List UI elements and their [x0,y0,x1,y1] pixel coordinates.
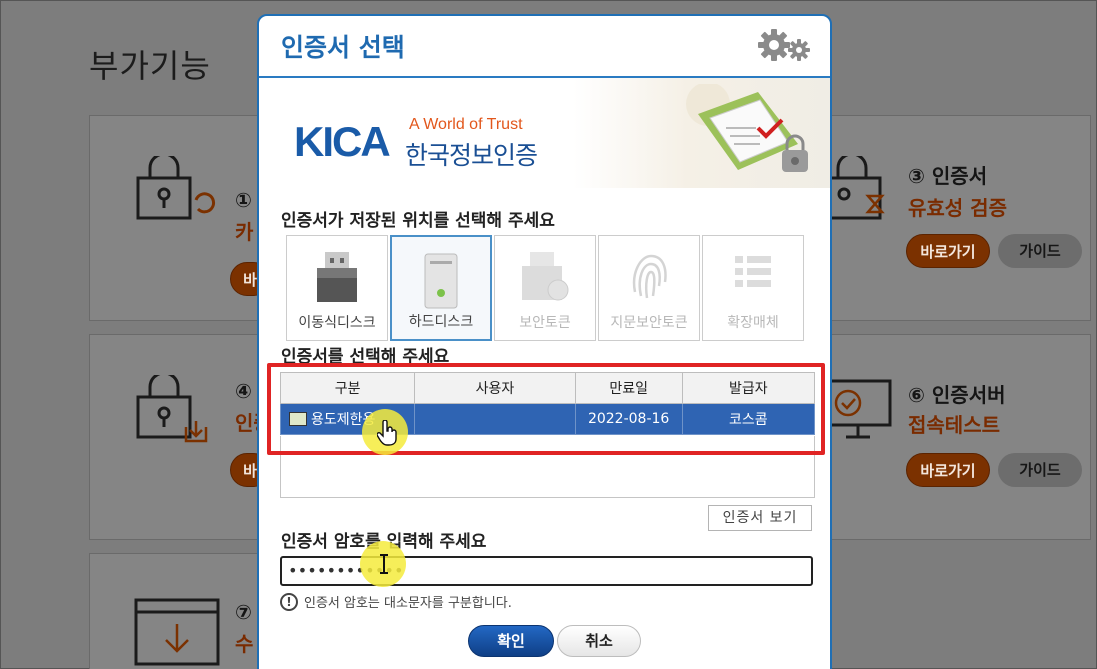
card-number: ③ 인증서 [908,164,988,188]
card-number: ⑥ 인증서버 [908,383,1006,407]
card-subtitle: 수 [235,632,254,656]
column-header-issuer[interactable]: 발급자 [681,372,816,404]
security-token-icon [522,252,569,301]
certificate-icon [289,412,307,426]
storage-extended-media: 확장매체 [702,235,804,341]
storage-label: 하드디스크 [408,314,474,330]
extended-media-icon [735,256,771,287]
column-header-type[interactable]: 구분 [279,372,416,404]
brand-banner: KICA A World of Trust 한국정보인증 [259,78,830,188]
hard-disk-icon [424,253,458,309]
card-subtitle: 유효성 검증 [908,196,1007,220]
feature-card: ④ 인증 바 [89,334,272,540]
guide-button[interactable]: 가이드 [998,234,1082,268]
lock-refresh-icon [136,156,216,220]
column-header-expiry[interactable]: 만료일 [574,372,683,404]
certificate-table: 구분 사용자 만료일 발급자 용도제한용 2022-08-16 코스콤 [279,372,816,435]
dialog-title: 인증서 선택 [281,33,405,62]
feature-card: ① 카 바 [89,115,270,321]
hand-pointer-icon [377,420,397,446]
fingerprint-icon [632,254,667,299]
hint-text: 인증서 암호는 대소문자를 구분합니다. [304,596,512,611]
confirm-button[interactable]: 확인 [468,625,554,657]
storage-label: 보안토큰 [519,315,571,331]
cell-issuer[interactable]: 코스콤 [681,403,816,435]
case-sensitive-hint: ! 인증서 암호는 대소문자를 구분합니다. [280,592,512,611]
feature-card: ⑥ 인증서버 접속테스트 바로가기 가이드 [831,334,1091,540]
location-label: 인증서가 저장된 위치를 선택해 주세요 [281,211,555,231]
lock-download-icon [136,375,208,443]
go-button[interactable]: 바로가기 [906,453,990,487]
text-cursor-icon [380,554,388,574]
cancel-button[interactable]: 취소 [557,625,641,657]
storage-removable-disk[interactable]: 이동식디스크 [286,235,388,341]
settings-gear-icon[interactable] [756,28,812,64]
storage-fingerprint-token: 지문보안토큰 [598,235,700,341]
usb-icon [317,252,357,302]
card-subtitle: 카 [235,220,254,244]
storage-label: 확장매체 [727,315,779,331]
page-title: 부가기능 [89,47,211,85]
storage-security-token: 보안토큰 [494,235,596,341]
dialog-header: 인증서 선택 [259,16,830,78]
card-number: ④ [235,379,252,403]
storage-hard-disk[interactable]: 하드디스크 [390,235,492,341]
table-empty-area [280,436,815,498]
view-certificate-button[interactable]: 인증서 보기 [708,505,812,531]
feature-card: ⑦ 수 [89,553,265,669]
go-button[interactable]: 바로가기 [906,234,990,268]
card-number: ⑦ [235,600,252,624]
brand-tagline: A World of Trust [409,116,523,133]
cert-select-label: 인증서를 선택해 주세요 [281,347,450,367]
monitor-check-icon [832,379,892,439]
kica-logo: KICA [294,118,391,165]
cell-expiry[interactable]: 2022-08-16 [574,403,683,435]
info-icon: ! [280,592,298,611]
guide-button[interactable]: 가이드 [998,453,1082,487]
storage-label: 지문보안토큰 [610,315,688,331]
storage-label: 이동식디스크 [298,315,376,331]
storage-selector: 이동식디스크 하드디스크 보안토큰 지문보안토큰 확장매체 [286,235,804,341]
card-number: ① [235,188,252,212]
cell-user[interactable] [414,403,576,435]
table-row[interactable]: 용도제한용 2022-08-16 코스콤 [279,403,816,435]
card-subtitle: 접속테스트 [908,413,1000,437]
certificate-dialog: 인증서 선택 KICA A World of Trust 한국정보인증 인증서가… [257,14,832,669]
lock-hourglass-icon [832,156,885,220]
certificate-lock-illustration [686,84,808,172]
brand-name: 한국정보인증 [405,141,538,170]
feature-card: ③ 인증서 유효성 검증 바로가기 가이드 [831,115,1091,321]
column-header-user[interactable]: 사용자 [414,372,576,404]
window-download-icon [134,598,220,666]
